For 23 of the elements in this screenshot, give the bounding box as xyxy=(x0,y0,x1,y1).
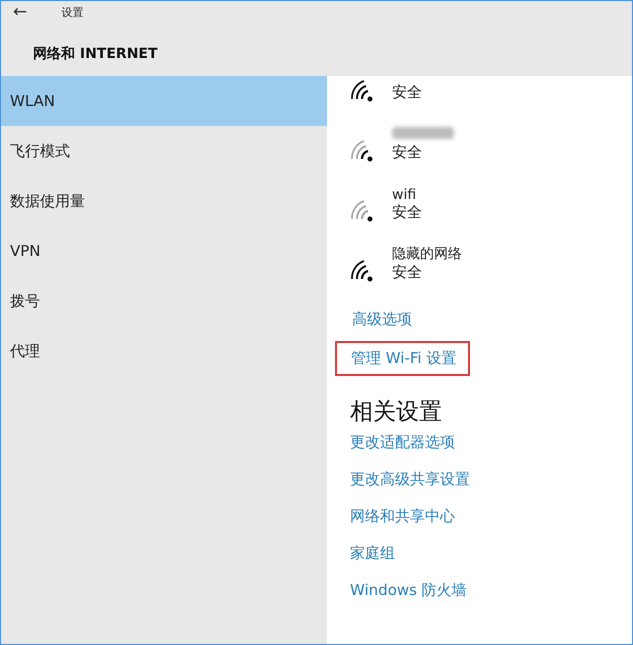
related-link[interactable]: 家庭组 xyxy=(350,544,632,563)
sidebar-item[interactable]: 代理 xyxy=(1,326,327,376)
sidebar-item[interactable]: WLAN xyxy=(1,76,327,126)
network-status: 安全 xyxy=(392,203,422,222)
related-link[interactable]: 更改高级共享设置 xyxy=(350,470,632,489)
network-name[interactable]: wifi xyxy=(392,187,422,203)
sidebar-item[interactable]: 拨号 xyxy=(1,276,327,326)
sidebar-item[interactable]: 飞行模式 xyxy=(1,126,327,176)
sidebar-item[interactable]: VPN xyxy=(1,226,327,276)
back-button[interactable]: ← xyxy=(13,3,28,21)
network-name[interactable]: 隐藏的网络 xyxy=(392,245,462,263)
page-title: 网络和 INTERNET xyxy=(33,45,159,63)
related-link[interactable]: Windows 防火墙 xyxy=(350,581,632,600)
app-title: 设置 xyxy=(61,4,84,20)
network-status: 安全 xyxy=(392,143,423,162)
network-status: 安全 xyxy=(392,263,423,282)
related-link[interactable]: 更改适配器选项 xyxy=(350,433,632,452)
settings-link[interactable]: 管理 Wi-Fi 设置 xyxy=(335,341,470,376)
sidebar-item[interactable]: 数据使用量 xyxy=(1,176,327,226)
related-link[interactable]: 网络和共享中心 xyxy=(350,507,632,526)
network-status: 安全 xyxy=(392,83,422,102)
settings-link[interactable]: 高级选项 xyxy=(350,302,426,337)
section-heading: 相关设置 xyxy=(350,398,443,427)
